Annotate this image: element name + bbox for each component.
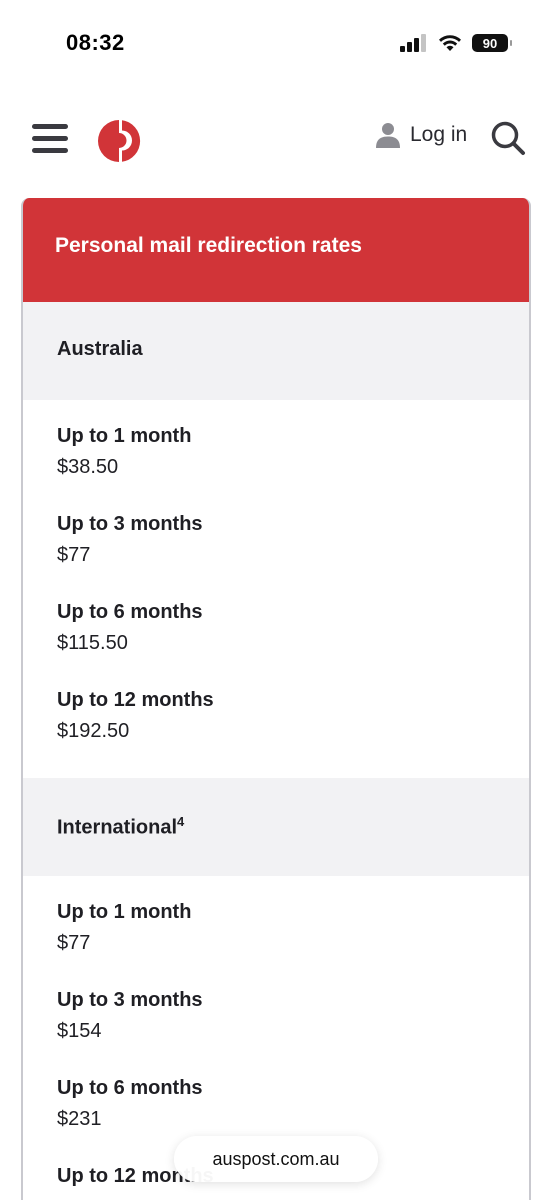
card-title: Personal mail redirection rates bbox=[55, 234, 362, 257]
status-bar: 08:32 90 bbox=[0, 0, 552, 90]
rate-price: $154 bbox=[57, 1020, 102, 1042]
rate-label: Up to 6 months bbox=[57, 1077, 203, 1099]
rate-item: Up to 1 month $77 bbox=[57, 898, 529, 986]
menu-icon-bar bbox=[32, 148, 68, 153]
rate-price: $231 bbox=[57, 1108, 102, 1130]
auspost-logo-icon[interactable] bbox=[96, 118, 142, 164]
rate-item: Up to 12 months $192.50 bbox=[57, 686, 529, 774]
rate-list-australia: Up to 1 month $38.50 Up to 3 months $77 … bbox=[23, 400, 529, 778]
rate-price: $38.50 bbox=[57, 456, 119, 478]
rate-label: Up to 6 months bbox=[57, 601, 203, 623]
menu-icon-bar bbox=[32, 136, 68, 141]
section-heading-international: International4 bbox=[23, 778, 529, 876]
site-header: Log in bbox=[0, 100, 552, 180]
battery-level: 90 bbox=[482, 35, 498, 51]
rate-price: $192.50 bbox=[57, 720, 130, 742]
search-icon[interactable] bbox=[490, 120, 526, 156]
section-heading-label: International bbox=[57, 816, 178, 839]
section-heading-australia: Australia bbox=[23, 302, 529, 400]
menu-icon-bar bbox=[32, 124, 68, 129]
rate-label: Up to 3 months bbox=[57, 989, 203, 1011]
card-header: Personal mail redirection rates bbox=[23, 198, 529, 302]
status-time: 08:32 bbox=[66, 30, 125, 55]
section-heading-label: Australia bbox=[57, 338, 143, 360]
rate-price: $115.50 bbox=[57, 632, 128, 654]
wifi-icon bbox=[439, 35, 461, 51]
page: 08:32 90 Log in Personal mail redirectio… bbox=[0, 0, 552, 1200]
rate-label: Up to 1 month bbox=[57, 901, 192, 923]
url-text: auspost.com.au bbox=[212, 1148, 340, 1169]
rate-label: Up to 3 months bbox=[57, 513, 203, 535]
login-label: Log in bbox=[410, 123, 468, 146]
rate-item: Up to 3 months $77 bbox=[57, 510, 529, 598]
rates-card: Personal mail redirection rates Australi… bbox=[21, 198, 531, 1200]
browser-url-bar[interactable]: auspost.com.au bbox=[174, 1136, 378, 1182]
rate-price: $77 bbox=[57, 544, 91, 566]
rate-item: Up to 6 months $115.50 bbox=[57, 598, 529, 686]
login-link[interactable]: Log in bbox=[376, 122, 467, 148]
footnote-marker[interactable]: 4 bbox=[177, 814, 184, 829]
user-icon bbox=[376, 123, 400, 148]
cellular-signal-icon bbox=[400, 34, 426, 52]
battery-indicator: 90 bbox=[472, 34, 512, 52]
menu-button[interactable] bbox=[32, 124, 68, 156]
status-icons: 90 bbox=[400, 34, 512, 52]
rate-label: Up to 12 months bbox=[57, 689, 214, 711]
rate-item: Up to 1 month $38.50 bbox=[57, 422, 529, 510]
rate-label: Up to 1 month bbox=[57, 425, 192, 447]
rate-price: $77 bbox=[57, 932, 91, 954]
rate-item: Up to 3 months $154 bbox=[57, 986, 529, 1074]
